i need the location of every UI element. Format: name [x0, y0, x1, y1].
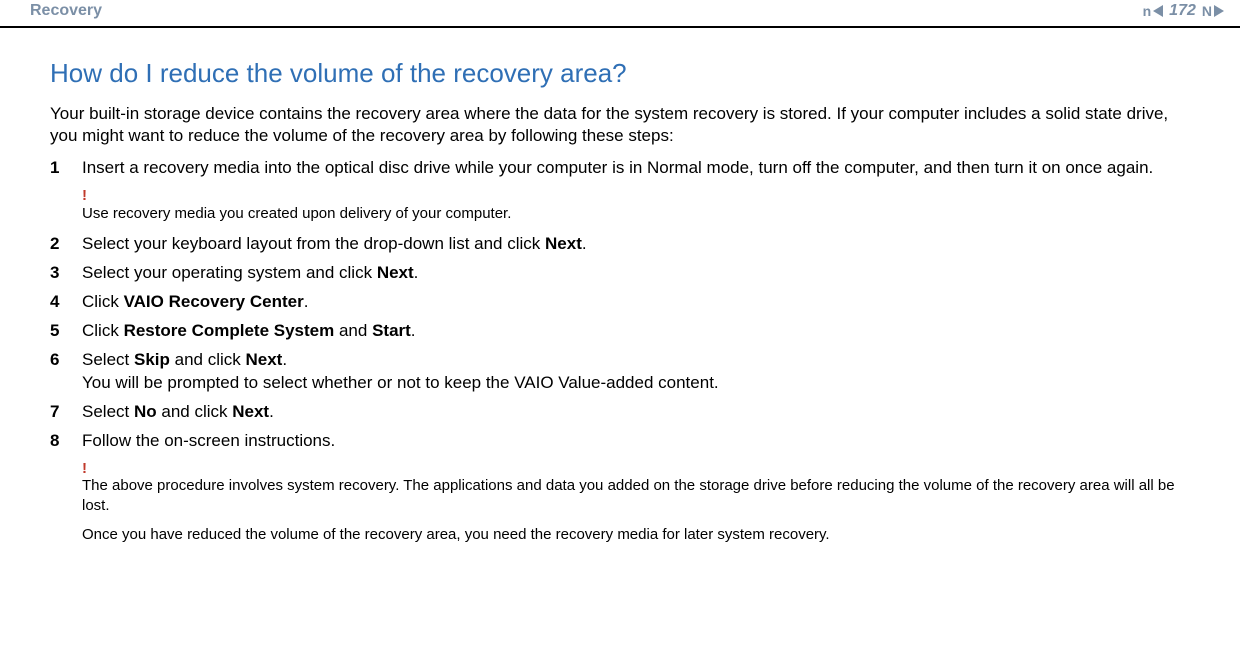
step-text: Select your keyboard layout from the dro… — [82, 233, 1190, 256]
page-number: 172 — [1169, 2, 1196, 20]
step-2: 2 Select your keyboard layout from the d… — [50, 233, 1190, 256]
note-text: Use recovery media you created upon deli… — [82, 204, 1190, 224]
step-number: 5 — [50, 320, 64, 343]
step-text: Select No and click Next. — [82, 401, 1190, 424]
triangle-right-icon[interactable] — [1214, 5, 1224, 17]
question-title: How do I reduce the volume of the recove… — [50, 58, 1190, 89]
step-7: 7 Select No and click Next. — [50, 401, 1190, 424]
step-1: 1 Insert a recovery media into the optic… — [50, 157, 1190, 180]
step-5: 5 Click Restore Complete System and Star… — [50, 320, 1190, 343]
N-label: N — [1202, 3, 1212, 19]
step-text: Click VAIO Recovery Center. — [82, 291, 1190, 314]
step-number: 2 — [50, 233, 64, 256]
note-text: The above procedure involves system reco… — [82, 476, 1190, 515]
content-area: How do I reduce the volume of the recove… — [0, 28, 1240, 545]
step-text: Click Restore Complete System and Start. — [82, 320, 1190, 343]
step-number: 6 — [50, 349, 64, 395]
step-number: 1 — [50, 157, 64, 180]
step-number: 7 — [50, 401, 64, 424]
step-number: 3 — [50, 262, 64, 285]
triangle-left-icon[interactable] — [1153, 5, 1163, 17]
step-8: 8 Follow the on-screen instructions. — [50, 430, 1190, 453]
step-6: 6 Select Skip and click Next. You will b… — [50, 349, 1190, 395]
header-bar: Recovery n 172 N — [0, 0, 1240, 28]
step-number: 4 — [50, 291, 64, 314]
step-text: Select Skip and click Next. You will be … — [82, 349, 1190, 395]
n-label: n — [1143, 3, 1152, 19]
step-3: 3 Select your operating system and click… — [50, 262, 1190, 285]
note-2: ! The above procedure involves system re… — [50, 459, 1190, 545]
lead-paragraph: Your built-in storage device contains th… — [50, 103, 1190, 147]
step-text: Select your operating system and click N… — [82, 262, 1190, 285]
steps-list: 1 Insert a recovery media into the optic… — [50, 157, 1190, 544]
step-number: 8 — [50, 430, 64, 453]
note-1: ! Use recovery media you created upon de… — [50, 186, 1190, 223]
section-title: Recovery — [30, 2, 102, 20]
step-text: Follow the on-screen instructions. — [82, 430, 1190, 453]
step-text: Insert a recovery media into the optical… — [82, 157, 1190, 180]
note-text: Once you have reduced the volume of the … — [82, 525, 1190, 545]
page-nav: n 172 N — [1143, 2, 1224, 20]
step-4: 4 Click VAIO Recovery Center. — [50, 291, 1190, 314]
